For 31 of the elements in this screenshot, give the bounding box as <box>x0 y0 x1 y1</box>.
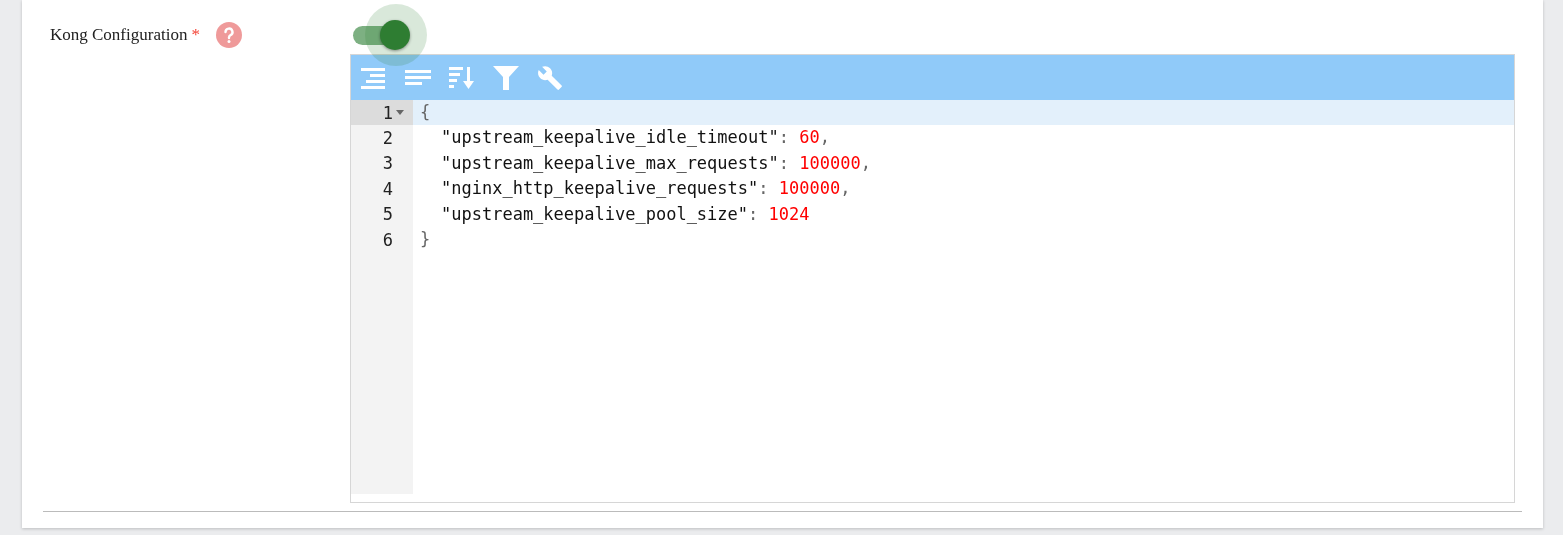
field-label: Kong Configuration <box>50 25 188 45</box>
json-punctuation: : <box>748 203 760 224</box>
fold-caret-icon[interactable] <box>396 110 404 116</box>
json-punctuation: } <box>420 228 431 249</box>
json-punctuation: , <box>840 178 851 199</box>
help-icon[interactable] <box>215 22 242 48</box>
json-key: "upstream_keepalive_idle_timeout" <box>441 127 779 148</box>
json-punctuation: : <box>778 152 790 173</box>
json-key: "upstream_keepalive_pool_size" <box>441 203 749 224</box>
format-icon[interactable] <box>361 66 387 89</box>
json-punctuation: : <box>778 127 790 148</box>
json-number: 60 <box>799 127 820 148</box>
line-number: 5 <box>382 204 393 225</box>
line-number: 4 <box>382 178 393 199</box>
sort-icon[interactable] <box>449 65 475 90</box>
wrench-icon[interactable] <box>537 64 563 91</box>
json-punctuation: { <box>420 102 431 122</box>
line-number: 1 <box>382 102 393 123</box>
json-number: 100000 <box>778 178 841 199</box>
required-mark: * <box>191 25 200 45</box>
json-punctuation: , <box>819 127 830 148</box>
json-key: "upstream_keepalive_max_requests" <box>441 152 779 173</box>
json-number: 100000 <box>799 152 861 173</box>
json-punctuation: , <box>860 152 871 173</box>
json-key: "nginx_http_keepalive_requests" <box>441 178 759 199</box>
json-punctuation: : <box>758 178 770 199</box>
line-number: 2 <box>382 128 393 149</box>
filter-icon[interactable] <box>493 65 519 90</box>
json-number: 1024 <box>768 203 810 224</box>
line-number: 3 <box>382 153 393 174</box>
line-number: 6 <box>382 229 393 250</box>
